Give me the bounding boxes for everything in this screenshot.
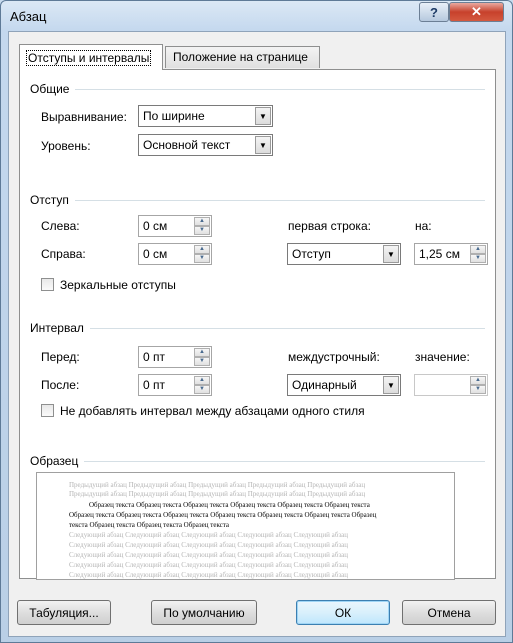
spacing-before-value: 0 пт	[143, 350, 166, 364]
mirror-indents-label[interactable]: Зеркальные отступы	[60, 278, 176, 292]
tab-page-position-label: Положение на странице	[173, 50, 308, 64]
spacing-before-spinner[interactable]: 0 пт ▲ ▼	[138, 346, 212, 368]
help-icon: ?	[430, 4, 438, 20]
spacing-after-label: После:	[41, 378, 80, 392]
spacing-after-value: 0 пт	[143, 378, 166, 392]
spin-up-icon[interactable]: ▲	[194, 376, 210, 385]
first-line-label: первая строка:	[288, 219, 371, 233]
preview-prev-line: Предыдущий абзац Предыдущий абзац Предыд…	[69, 481, 366, 489]
ok-button[interactable]: ОК	[296, 600, 390, 625]
spacing-group-divider	[30, 328, 485, 329]
dialog-title: Абзац	[10, 9, 47, 24]
spacing-group-header: Интервал	[30, 321, 485, 335]
line-spacing-select[interactable]: Одинарный ▼	[287, 374, 401, 396]
dialog-client: Отступы и интервалы Положение на страниц…	[8, 31, 506, 637]
general-group-divider	[30, 89, 485, 90]
spin-down-icon[interactable]: ▼	[470, 385, 486, 394]
spin-up-icon[interactable]: ▲	[470, 376, 486, 385]
indent-group-title: Отступ	[30, 193, 75, 207]
general-group-title: Общие	[30, 82, 76, 96]
alignment-value: По ширине	[143, 109, 205, 123]
preview-sample-line: Образец текста Образец текста Образец те…	[69, 511, 377, 519]
indent-by-label: на:	[415, 219, 432, 233]
preview-group-divider	[30, 461, 485, 462]
indent-right-spin-buttons: ▲ ▼	[194, 245, 210, 263]
indent-by-spinner[interactable]: 1,25 см ▲ ▼	[414, 243, 488, 265]
mirror-indents-checkbox[interactable]	[41, 278, 54, 291]
preview-next-line: Следующий абзац Следующий абзац Следующи…	[69, 561, 348, 569]
indent-left-spinner[interactable]: 0 см ▲ ▼	[138, 215, 212, 237]
tab-indents-spacing[interactable]: Отступы и интервалы	[19, 44, 163, 70]
indent-right-value: 0 см	[143, 247, 168, 261]
level-select[interactable]: Основной текст ▼	[138, 134, 273, 156]
preview-sample-line: текста Образец текста Образец текста Обр…	[69, 521, 230, 529]
indent-by-spin-buttons: ▲ ▼	[470, 245, 486, 263]
chevron-down-icon[interactable]: ▼	[255, 136, 271, 154]
tab-page-position[interactable]: Положение на странице	[165, 46, 320, 68]
tabs-button-label: Табуляция...	[29, 605, 99, 620]
title-bar[interactable]: Абзац ? ✕	[1, 1, 512, 31]
alignment-label: Выравнивание:	[41, 110, 127, 124]
line-spacing-value: Одинарный	[292, 378, 357, 392]
preview-sample-line: Образец текста Образец текста Образец те…	[89, 501, 370, 509]
spacing-at-spin-buttons: ▲ ▼	[470, 376, 486, 394]
close-button[interactable]: ✕	[449, 2, 504, 22]
spin-down-icon[interactable]: ▼	[194, 385, 210, 394]
dialog-window: Абзац ? ✕ Отступы и интервалы Положение …	[0, 0, 513, 643]
close-icon: ✕	[471, 4, 482, 19]
chevron-down-icon[interactable]: ▼	[255, 107, 271, 125]
preview-box: Предыдущий абзац Предыдущий абзац Предыд…	[36, 472, 455, 580]
ok-button-label: ОК	[334, 605, 352, 620]
spin-down-icon[interactable]: ▼	[194, 226, 210, 235]
spin-up-icon[interactable]: ▲	[194, 217, 210, 226]
no-space-same-style-checkbox[interactable]	[41, 404, 54, 417]
help-button[interactable]: ?	[419, 2, 449, 22]
chevron-down-icon[interactable]: ▼	[383, 376, 399, 394]
spacing-after-spinner[interactable]: 0 пт ▲ ▼	[138, 374, 212, 396]
spacing-before-spin-buttons: ▲ ▼	[194, 348, 210, 366]
no-space-same-style-label[interactable]: Не добавлять интервал между абзацами одн…	[60, 404, 365, 418]
alignment-select[interactable]: По ширине ▼	[138, 105, 273, 127]
indent-right-spinner[interactable]: 0 см ▲ ▼	[138, 243, 212, 265]
spin-up-icon[interactable]: ▲	[194, 245, 210, 254]
spacing-after-spin-buttons: ▲ ▼	[194, 376, 210, 394]
spacing-at-spinner[interactable]: ▲ ▼	[414, 374, 488, 396]
preview-group-title: Образец	[30, 454, 85, 468]
preview-next-line: Следующий абзац Следующий абзац Следующи…	[69, 551, 348, 559]
indent-left-label: Слева:	[41, 219, 80, 233]
set-default-button-label: По умолчанию	[163, 605, 245, 620]
spacing-at-label: значение:	[415, 350, 470, 364]
tabs-button[interactable]: Табуляция...	[17, 600, 111, 625]
spin-down-icon[interactable]: ▼	[194, 254, 210, 263]
indent-group-divider	[30, 200, 485, 201]
indent-group-header: Отступ	[30, 193, 485, 207]
indent-by-value: 1,25 см	[419, 247, 460, 261]
preview-next-line: Следующий абзац Следующий абзац Следующи…	[69, 531, 348, 539]
set-default-button[interactable]: По умолчанию	[151, 600, 257, 625]
indent-left-value: 0 см	[143, 219, 168, 233]
spacing-group-title: Интервал	[30, 321, 90, 335]
chevron-down-icon[interactable]: ▼	[383, 245, 399, 263]
preview-next-line: Следующий абзац Следующий абзац Следующи…	[69, 541, 348, 549]
spacing-before-label: Перед:	[41, 350, 80, 364]
spin-up-icon[interactable]: ▲	[470, 245, 486, 254]
first-line-select[interactable]: Отступ ▼	[287, 243, 401, 265]
level-value: Основной текст	[143, 138, 231, 152]
level-label: Уровень:	[41, 139, 91, 153]
indent-right-label: Справа:	[41, 247, 86, 261]
preview-prev-line: Предыдущий абзац Предыдущий абзац Предыд…	[69, 490, 366, 498]
first-line-value: Отступ	[292, 247, 331, 261]
preview-next-line: Следующий абзац Следующий абзац Следующи…	[69, 571, 348, 579]
general-group-header: Общие	[30, 82, 485, 96]
spin-down-icon[interactable]: ▼	[470, 254, 486, 263]
indent-left-spin-buttons: ▲ ▼	[194, 217, 210, 235]
spin-up-icon[interactable]: ▲	[194, 348, 210, 357]
cancel-button-label: Отмена	[427, 605, 471, 620]
tab-indents-spacing-label: Отступы и интервалы	[26, 50, 152, 66]
cancel-button[interactable]: Отмена	[402, 600, 496, 625]
preview-group-header: Образец	[30, 454, 485, 468]
line-spacing-label: междустрочный:	[288, 350, 380, 364]
spin-down-icon[interactable]: ▼	[194, 357, 210, 366]
